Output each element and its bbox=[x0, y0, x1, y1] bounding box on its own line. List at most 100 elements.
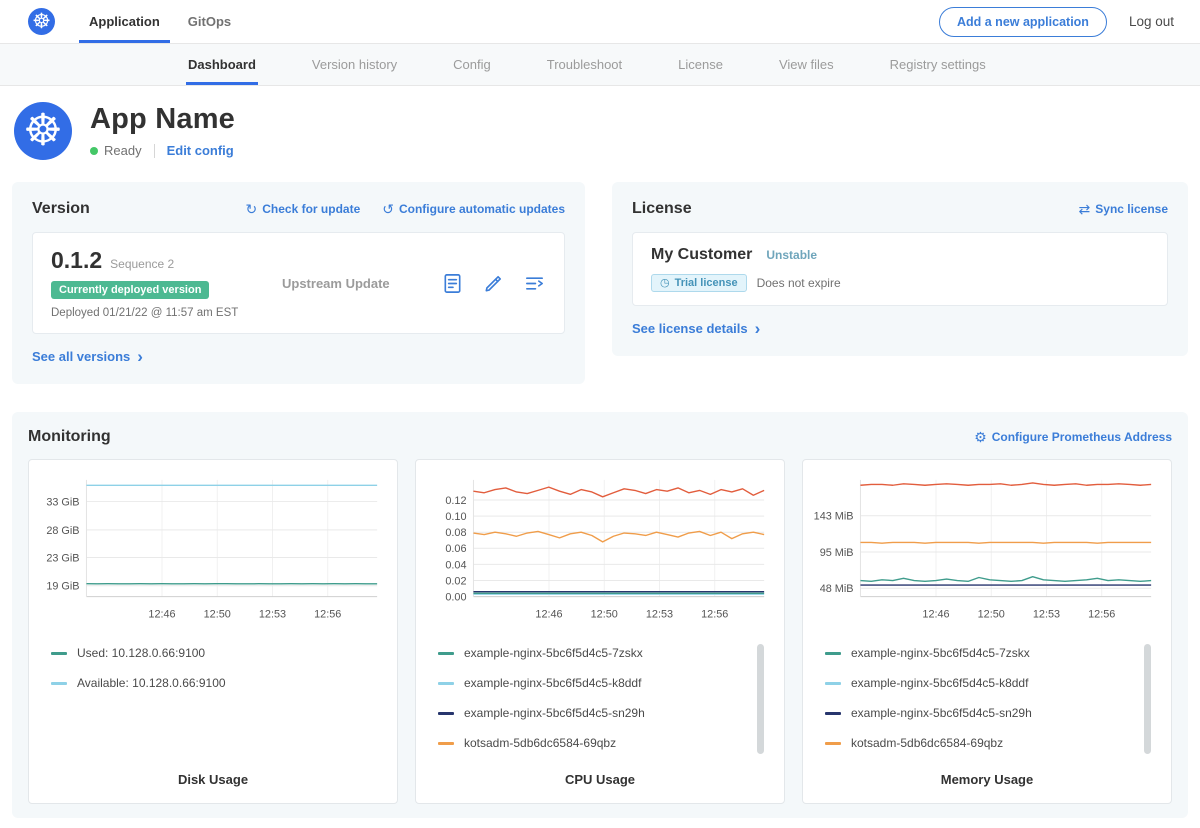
subtab-view-files[interactable]: View files bbox=[779, 44, 834, 85]
refresh-icon bbox=[246, 202, 258, 216]
preflight-checks-icon[interactable] bbox=[482, 272, 505, 295]
subtab-license[interactable]: License bbox=[678, 44, 723, 85]
memory-usage-chart: 12:4612:5012:5312:5648 MiB95 MiB143 MiB bbox=[811, 472, 1163, 638]
tab-application-label: Application bbox=[89, 14, 160, 29]
cpu-usage-legend: example-nginx-5bc6f5d4c5-7zskxexample-ng… bbox=[438, 638, 764, 758]
logout-button[interactable]: Log out bbox=[1129, 14, 1174, 29]
app-header: App Name Ready Edit config bbox=[0, 86, 1200, 178]
legend-label: example-nginx-5bc6f5d4c5-k8ddf bbox=[464, 676, 641, 690]
see-license-details-link[interactable]: See license details bbox=[632, 320, 760, 337]
legend-item: kotsadm-5db6dc6584-69qbz bbox=[825, 728, 1151, 758]
monitoring-card: Monitoring Configure Prometheus Address … bbox=[12, 412, 1188, 818]
sync-icon bbox=[1079, 202, 1091, 216]
chart-canvas: 12:4612:5012:5312:5619 GiB23 GiB28 GiB33… bbox=[37, 472, 389, 638]
subtab-version-history-label: Version history bbox=[312, 57, 397, 72]
subtab-dashboard[interactable]: Dashboard bbox=[188, 44, 256, 85]
chart-canvas: 12:4612:5012:5312:5648 MiB95 MiB143 MiB bbox=[811, 472, 1163, 638]
legend-item: Available: 10.128.0.66:9100 bbox=[51, 668, 377, 698]
tab-application[interactable]: Application bbox=[75, 0, 174, 43]
license-card: License Sync license My Customer Unstabl… bbox=[612, 182, 1188, 356]
sync-license-label: Sync license bbox=[1095, 202, 1168, 216]
legend-color-dash bbox=[438, 682, 454, 685]
legend-color-dash bbox=[51, 652, 67, 655]
legend-scrollbar[interactable] bbox=[757, 644, 764, 754]
svg-text:0.02: 0.02 bbox=[445, 575, 466, 587]
svg-text:12:50: 12:50 bbox=[204, 608, 231, 620]
svg-text:12:46: 12:46 bbox=[922, 608, 949, 620]
sync-license-link[interactable]: Sync license bbox=[1079, 202, 1168, 216]
sequence-label: Sequence 2 bbox=[110, 257, 174, 271]
subtab-registry-settings-label: Registry settings bbox=[890, 57, 986, 72]
legend-color-dash bbox=[825, 742, 841, 745]
legend-label: example-nginx-5bc6f5d4c5-k8ddf bbox=[851, 676, 1028, 690]
release-notes-glyph bbox=[441, 272, 464, 295]
helm-wheel-glyph bbox=[23, 109, 62, 153]
subtab-license-label: License bbox=[678, 57, 723, 72]
auto-update-icon bbox=[382, 202, 394, 216]
svg-text:12:53: 12:53 bbox=[259, 608, 286, 620]
edit-config-link[interactable]: Edit config bbox=[167, 143, 234, 158]
license-card-heading: License bbox=[632, 200, 692, 218]
clock-icon bbox=[660, 278, 670, 289]
svg-text:12:53: 12:53 bbox=[646, 608, 673, 620]
legend-item: example-nginx-5bc6f5d4c5-sn29h bbox=[438, 698, 764, 728]
tab-gitops[interactable]: GitOps bbox=[174, 0, 245, 43]
svg-text:12:46: 12:46 bbox=[535, 608, 562, 620]
cpu-usage-chart: 12:4612:5012:5312:560.000.020.040.060.08… bbox=[424, 472, 776, 638]
channel-label: Unstable bbox=[766, 248, 817, 262]
configure-prometheus-label: Configure Prometheus Address bbox=[992, 430, 1172, 444]
upstream-update-label: Upstream Update bbox=[282, 276, 441, 291]
panel-title-memory: Memory Usage bbox=[811, 760, 1163, 795]
disk-usage-legend: Used: 10.128.0.66:9100 Available: 10.128.… bbox=[51, 638, 377, 698]
svg-text:0.04: 0.04 bbox=[445, 559, 466, 571]
license-box: My Customer Unstable Trial license Does … bbox=[632, 232, 1168, 306]
deploy-logs-glyph bbox=[523, 272, 546, 295]
app-status-row: Ready Edit config bbox=[90, 143, 235, 158]
check-for-update-link[interactable]: Check for update bbox=[246, 202, 361, 216]
app-icon bbox=[14, 102, 72, 160]
legend-scrollbar[interactable] bbox=[1144, 644, 1151, 754]
panel-title-disk: Disk Usage bbox=[37, 760, 389, 795]
svg-text:19 GiB: 19 GiB bbox=[46, 581, 79, 593]
add-application-button[interactable]: Add a new application bbox=[939, 7, 1107, 37]
see-all-versions-link[interactable]: See all versions bbox=[32, 348, 143, 365]
monitoring-heading: Monitoring bbox=[28, 428, 111, 446]
svg-text:12:56: 12:56 bbox=[314, 608, 341, 620]
helm-wheel-glyph bbox=[32, 11, 51, 32]
legend-color-dash bbox=[438, 712, 454, 715]
svg-text:0.08: 0.08 bbox=[445, 527, 466, 539]
legend-item: example-nginx-5bc6f5d4c5-k8ddf bbox=[438, 668, 764, 698]
customer-name: My Customer bbox=[651, 246, 752, 264]
legend-label: Used: 10.128.0.66:9100 bbox=[77, 646, 205, 660]
panel-title-cpu: CPU Usage bbox=[424, 760, 776, 795]
subtab-troubleshoot[interactable]: Troubleshoot bbox=[547, 44, 622, 85]
configure-auto-updates-label: Configure automatic updates bbox=[399, 202, 565, 216]
deployed-timestamp: Deployed 01/21/22 @ 11:57 am EST bbox=[51, 307, 256, 319]
legend-color-dash bbox=[438, 742, 454, 745]
disk-usage-panel: 12:4612:5012:5312:5619 GiB23 GiB28 GiB33… bbox=[28, 459, 398, 804]
subtab-troubleshoot-label: Troubleshoot bbox=[547, 57, 622, 72]
subtab-registry-settings[interactable]: Registry settings bbox=[890, 44, 986, 85]
legend-item: example-nginx-5bc6f5d4c5-k8ddf bbox=[825, 668, 1151, 698]
see-all-versions-label: See all versions bbox=[32, 349, 130, 364]
expiration-label: Does not expire bbox=[757, 276, 841, 290]
release-notes-icon[interactable] bbox=[441, 272, 464, 295]
svg-text:12:50: 12:50 bbox=[978, 608, 1005, 620]
legend-color-dash bbox=[51, 682, 67, 685]
tab-gitops-label: GitOps bbox=[188, 14, 231, 29]
svg-text:12:53: 12:53 bbox=[1033, 608, 1060, 620]
legend-label: example-nginx-5bc6f5d4c5-sn29h bbox=[464, 706, 645, 720]
configure-auto-updates-link[interactable]: Configure automatic updates bbox=[382, 202, 565, 216]
configure-prometheus-link[interactable]: Configure Prometheus Address bbox=[974, 430, 1172, 444]
subtab-config[interactable]: Config bbox=[453, 44, 491, 85]
deploy-logs-icon[interactable] bbox=[523, 272, 546, 295]
legend-item: example-nginx-5bc6f5d4c5-7zskx bbox=[825, 638, 1151, 668]
license-type-label: Trial license bbox=[675, 277, 738, 289]
legend-color-dash bbox=[825, 712, 841, 715]
see-license-details-label: See license details bbox=[632, 321, 748, 336]
subtab-version-history[interactable]: Version history bbox=[312, 44, 397, 85]
version-card-heading: Version bbox=[32, 200, 90, 218]
legend-item: Used: 10.128.0.66:9100 bbox=[51, 638, 377, 668]
version-card: Version Check for update Configure autom… bbox=[12, 182, 585, 384]
preflight-checks-glyph bbox=[482, 272, 505, 295]
